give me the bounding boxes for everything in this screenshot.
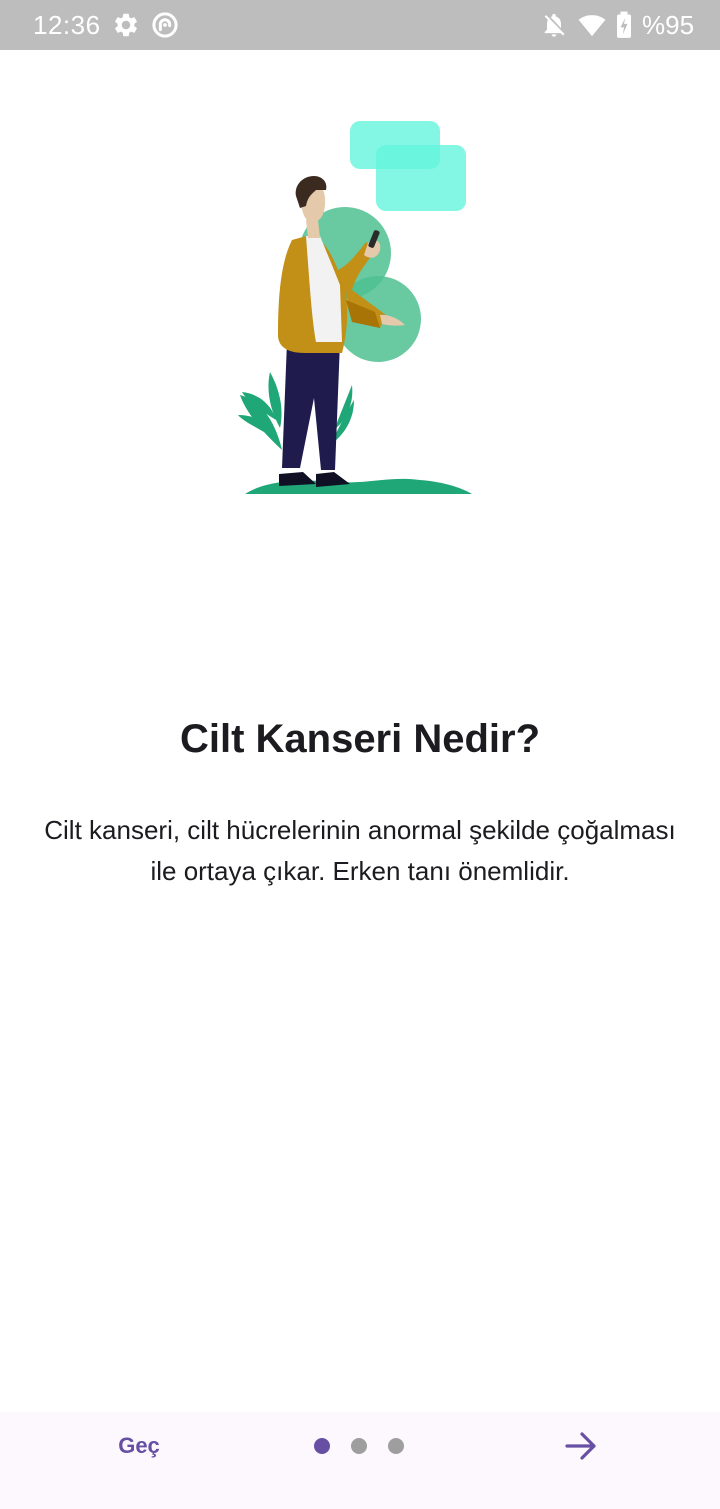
- onboarding-description: Cilt kanseri, cilt hücrelerinin anormal …: [44, 815, 676, 886]
- page-dot-2: [351, 1438, 367, 1454]
- man-with-phone-illustration: [238, 121, 472, 494]
- skip-button[interactable]: Geç: [100, 1422, 178, 1470]
- status-time: 12:36: [33, 10, 101, 40]
- page-indicator: [314, 1438, 404, 1454]
- onboarding-title: Cilt Kanseri Nedir?: [179, 717, 541, 761]
- wifi-icon: [578, 15, 606, 37]
- battery-percentage: %95: [642, 10, 695, 40]
- sync-icon: [152, 12, 178, 38]
- status-bar: 12:36 %95: [0, 0, 720, 50]
- page-dot-3: [388, 1438, 404, 1454]
- page-dot-1: [314, 1438, 330, 1454]
- gear-icon: [115, 13, 137, 37]
- battery-charging-icon: [617, 11, 631, 38]
- notifications-off-icon: [544, 13, 565, 37]
- next-button[interactable]: [556, 1422, 606, 1470]
- arrow-right-icon: [565, 1432, 596, 1460]
